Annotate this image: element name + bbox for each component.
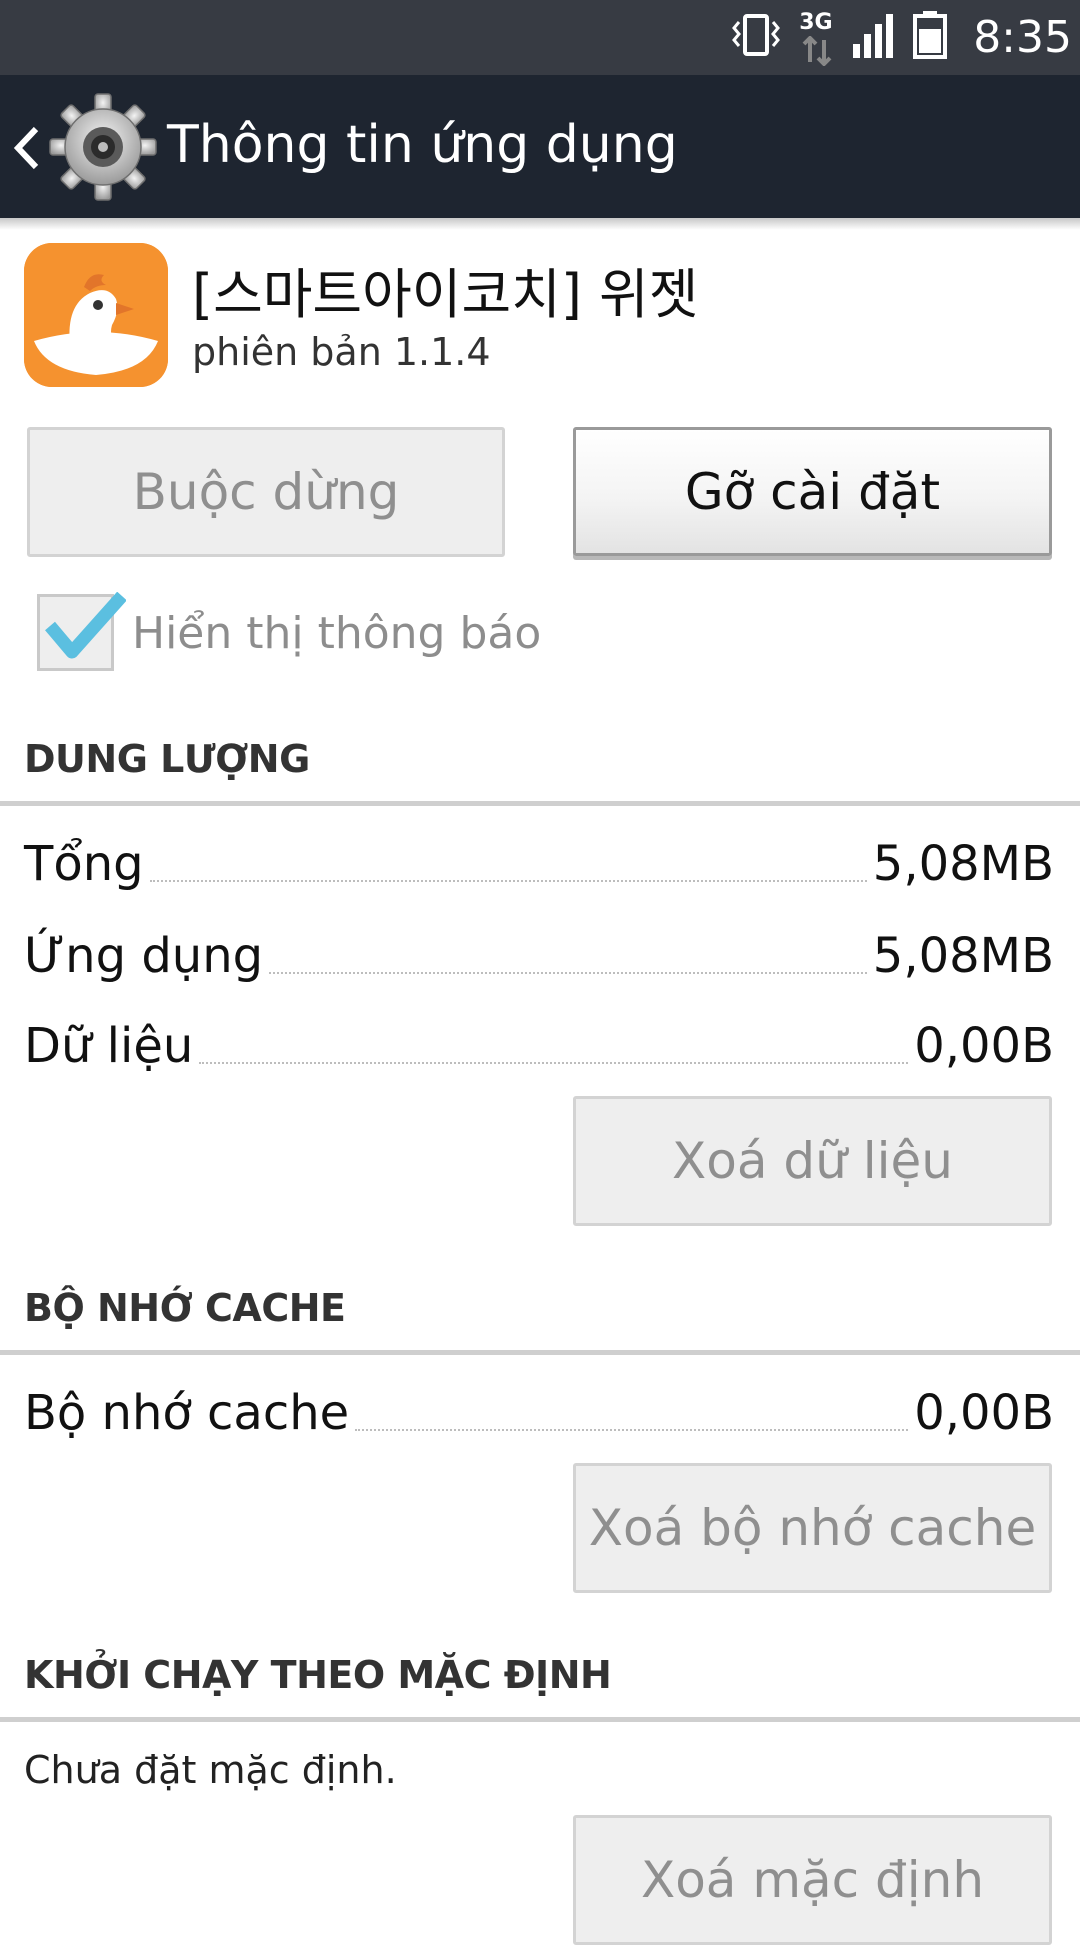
no-defaults-text: Chưa đặt mặc định.	[24, 1748, 397, 1792]
clear-data-button[interactable]: Xoá dữ liệu	[573, 1096, 1052, 1226]
storage-row-total: Tổng 5,08MB	[24, 832, 1054, 892]
cache-row: Bộ nhớ cache 0,00B	[24, 1381, 1054, 1441]
status-bar: 3G 8:35	[0, 0, 1080, 75]
row-label: Ứng dụng	[24, 928, 264, 984]
status-time: 8:35	[973, 12, 1072, 63]
clear-defaults-button[interactable]: Xoá mặc định	[573, 1815, 1052, 1945]
row-value: 5,08MB	[872, 928, 1054, 984]
app-version: phiên bản 1.1.4	[192, 330, 491, 374]
clear-cache-button[interactable]: Xoá bộ nhớ cache	[573, 1463, 1052, 1593]
checkmark-icon	[42, 591, 127, 669]
signal-icon	[853, 12, 895, 63]
notifications-label: Hiển thị thông báo	[132, 608, 542, 659]
back-chevron-icon[interactable]	[10, 125, 42, 176]
app-name: [스마트아이코치] 위젯	[192, 263, 699, 326]
page-title: Thông tin ứng dụng	[167, 115, 678, 175]
storage-row-app: Ứng dụng 5,08MB	[24, 924, 1054, 984]
launch-default-section-title: KHỞI CHẠY THEO MẶC ĐỊNH	[24, 1653, 612, 1697]
dotted-leader	[149, 880, 867, 882]
vibrate-icon	[731, 12, 781, 63]
cache-section-title: BỘ NHỚ CACHE	[24, 1286, 346, 1330]
cache-divider	[0, 1350, 1080, 1355]
settings-gear-icon[interactable]	[48, 92, 158, 207]
dotted-leader	[355, 1429, 909, 1431]
force-stop-button[interactable]: Buộc dừng	[27, 427, 505, 557]
row-label: Bộ nhớ cache	[24, 1385, 350, 1441]
action-bar: Thông tin ứng dụng	[0, 75, 1080, 218]
action-bar-shadow	[0, 218, 1080, 230]
row-value: 0,00B	[914, 1018, 1054, 1074]
uninstall-button[interactable]: Gỡ cài đặt	[573, 427, 1052, 556]
launch-default-divider	[0, 1717, 1080, 1722]
status-icons: 3G 8:35	[731, 0, 1080, 75]
storage-section-title: DUNG LƯỢNG	[24, 737, 310, 781]
battery-icon	[913, 11, 948, 64]
row-label: Tổng	[24, 836, 144, 892]
app-chicken-icon	[24, 243, 168, 387]
network-3g-icon: 3G	[799, 8, 835, 68]
network-3g-label: 3G	[799, 9, 833, 35]
dotted-leader	[269, 972, 867, 974]
row-label: Dữ liệu	[24, 1018, 194, 1074]
row-value: 5,08MB	[872, 836, 1054, 892]
dotted-leader	[199, 1062, 909, 1064]
row-value: 0,00B	[914, 1385, 1054, 1441]
storage-row-data: Dữ liệu 0,00B	[24, 1014, 1054, 1074]
storage-divider	[0, 801, 1080, 806]
